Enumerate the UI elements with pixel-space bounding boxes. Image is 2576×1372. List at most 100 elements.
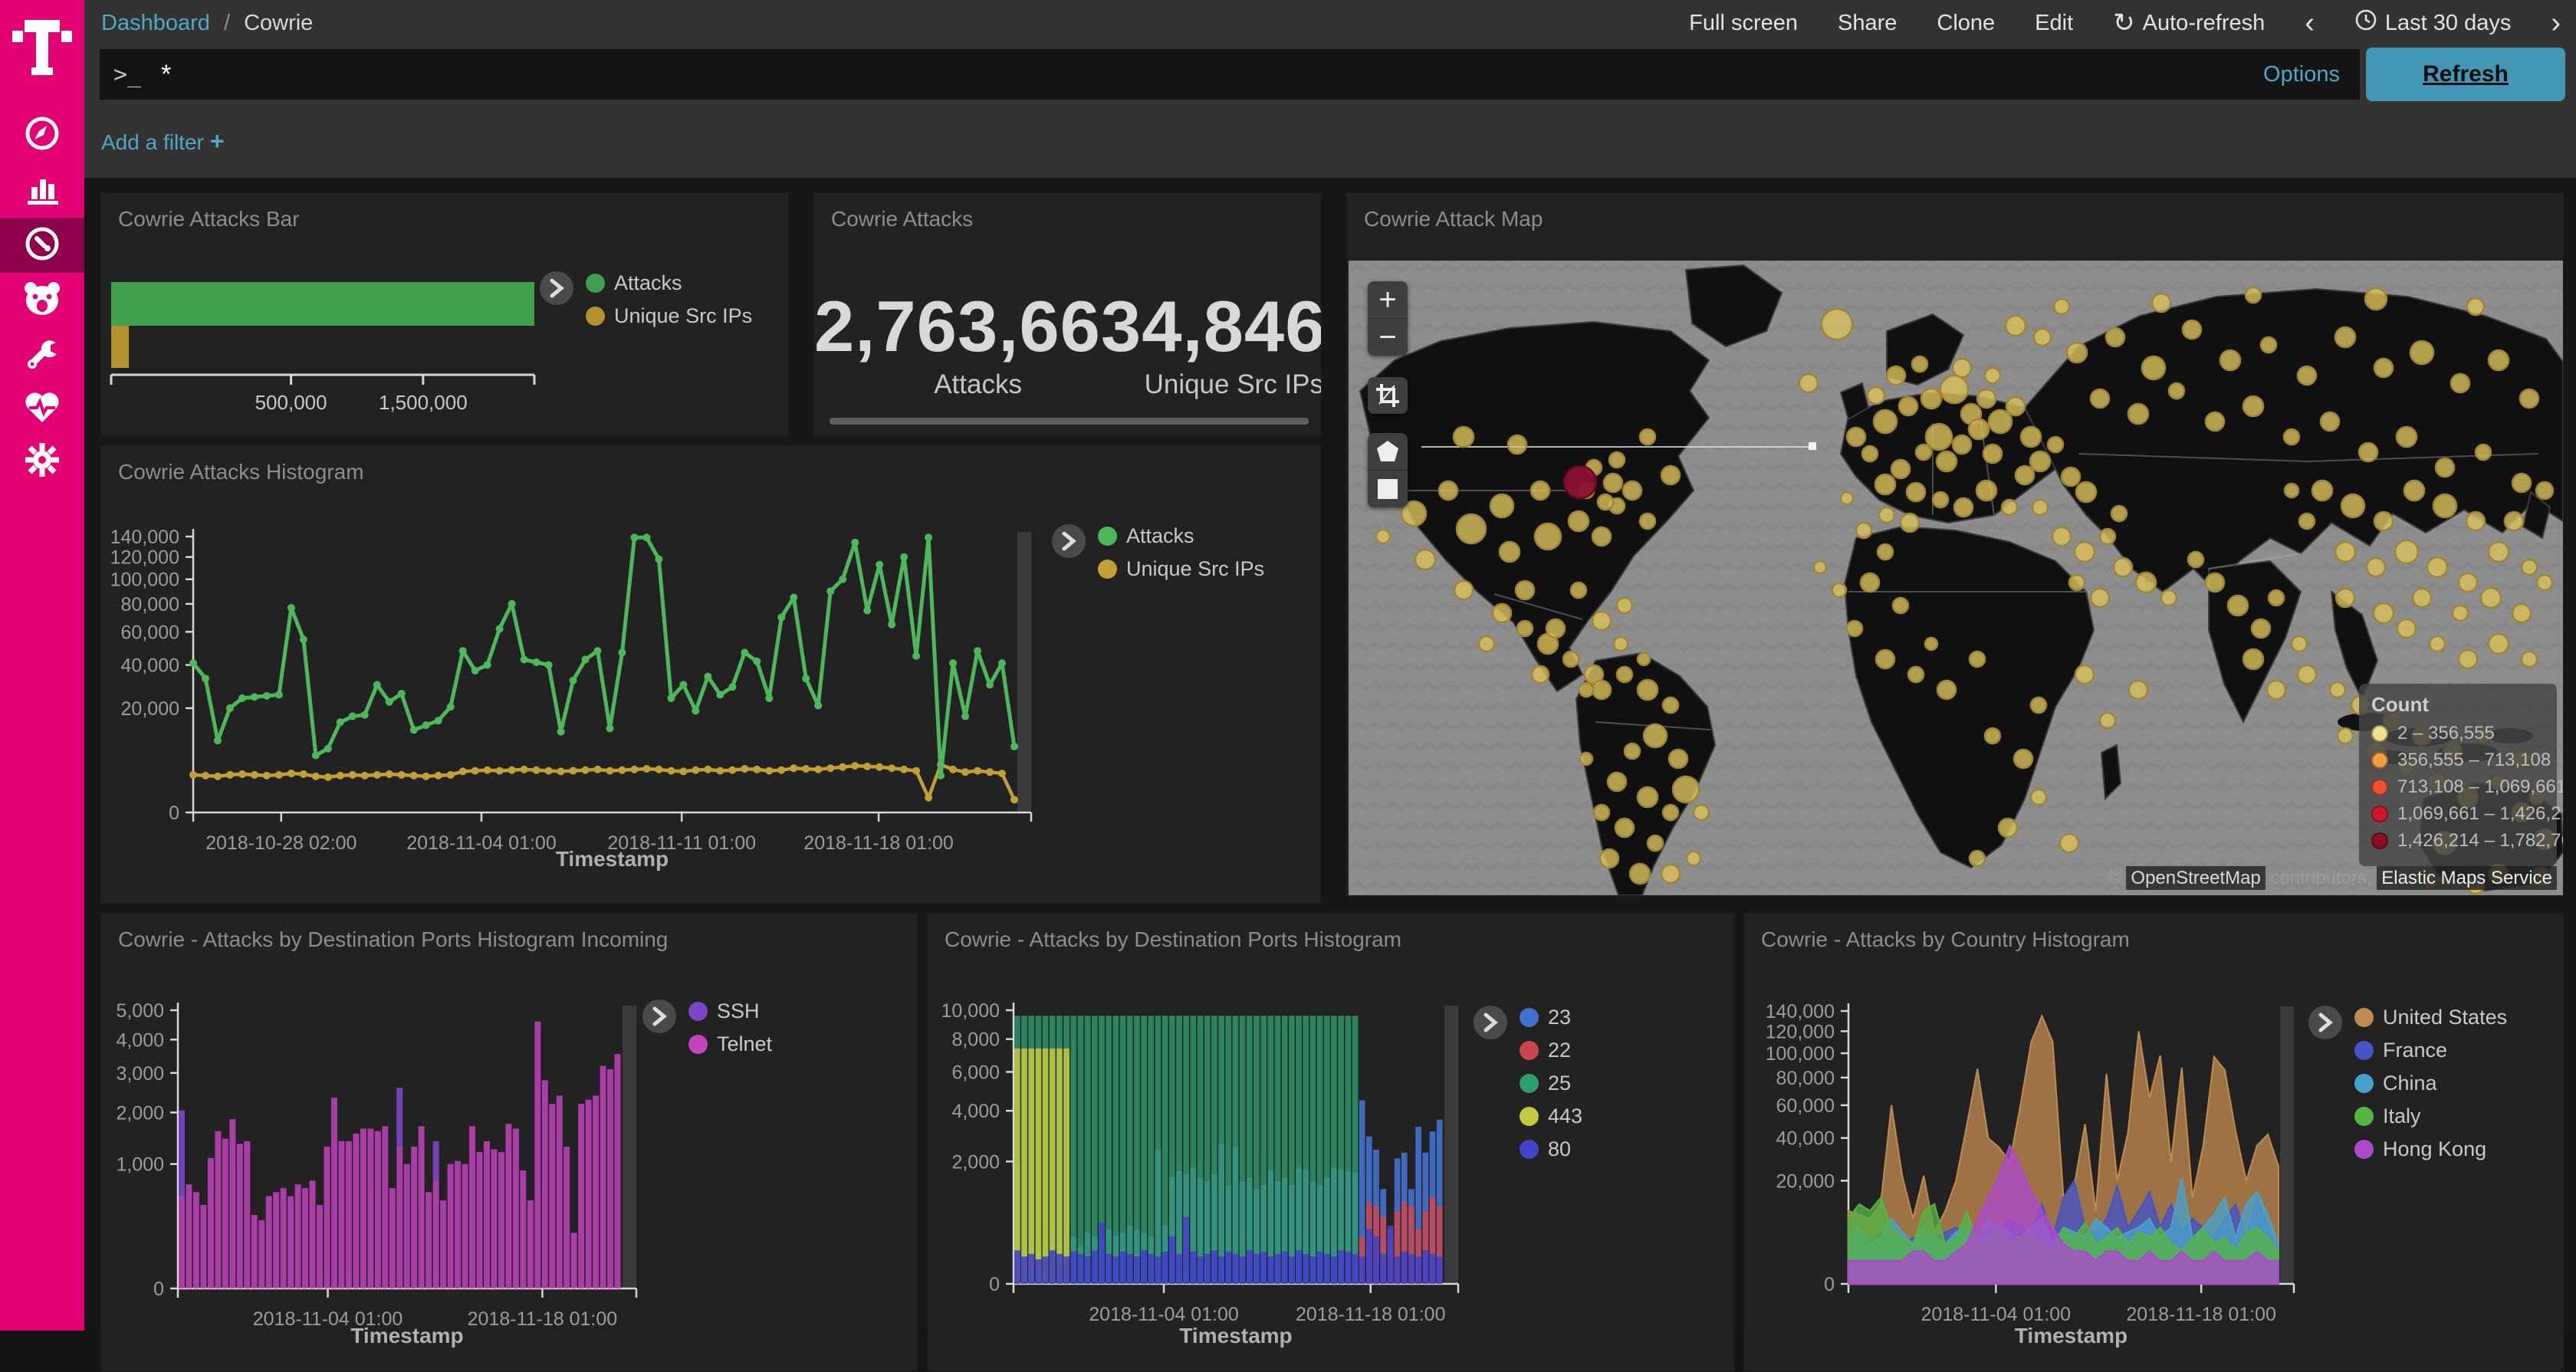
action-share[interactable]: Share xyxy=(1838,11,1897,36)
attack-bubble xyxy=(2252,619,2270,638)
attack-bubble xyxy=(2060,834,2078,852)
legend: Attacks Unique Src IPs xyxy=(1052,524,1264,581)
sidebar-item-discover[interactable] xyxy=(0,107,84,162)
legend-item-france[interactable]: France xyxy=(2354,1039,2507,1062)
attack-bubble xyxy=(1977,389,1996,408)
legend-expand-chevron-icon[interactable] xyxy=(540,271,573,305)
attack-bubble xyxy=(2220,350,2240,370)
attack-bubble xyxy=(1592,612,1611,630)
legend-expand-chevron-icon[interactable] xyxy=(1052,524,1086,558)
zoom-in-button[interactable]: + xyxy=(1368,281,1408,319)
sidebar-item-dev-tools[interactable] xyxy=(0,328,84,383)
attack-bubble xyxy=(2267,681,2285,699)
legend-dot-icon xyxy=(2371,832,2388,849)
attack-bubble xyxy=(2128,404,2148,424)
legend-item-china[interactable]: China xyxy=(2354,1072,2507,1095)
attack-bubble xyxy=(2374,603,2394,623)
action-full-screen[interactable]: Full screen xyxy=(1689,11,1798,36)
legend: SSH Telnet xyxy=(642,999,772,1056)
attack-bubble xyxy=(1516,581,1534,599)
zoom-out-button[interactable]: − xyxy=(1368,319,1408,356)
legend-item-80[interactable]: 80 xyxy=(1520,1137,1582,1161)
legend-expand-chevron-icon[interactable] xyxy=(1474,1006,1507,1039)
crop-fit-icon[interactable] xyxy=(1368,377,1408,414)
legend-item-unique-src-ips[interactable]: Unique Src IPs xyxy=(1098,557,1264,581)
legend-item-ssh[interactable]: SSH xyxy=(688,999,772,1023)
polygon-draw-icon[interactable] xyxy=(1368,433,1408,471)
tick-label: 3,000 xyxy=(116,1063,164,1085)
sidebar-item-monitoring[interactable] xyxy=(0,380,84,435)
refresh-button[interactable]: Refresh xyxy=(2366,48,2565,101)
legend-item-attacks[interactable]: Attacks xyxy=(1098,524,1264,548)
telekom-logo-icon[interactable] xyxy=(11,12,74,81)
attacks-histogram-chart[interactable]: 140,000120,000100,00080,00060,00040,0002… xyxy=(101,446,1321,903)
legend-item-italy[interactable]: Italy xyxy=(2354,1104,2507,1128)
sidebar-item-dashboard[interactable] xyxy=(0,218,84,273)
attack-bubble xyxy=(2481,588,2501,608)
attack-bubble xyxy=(1592,527,1611,546)
legend-expand-chevron-icon[interactable] xyxy=(642,999,676,1033)
tick-label: 120,000 xyxy=(110,547,179,569)
tick-label: 2018-11-04 01:00 xyxy=(1089,1304,1239,1325)
legend-item-united-states[interactable]: United States xyxy=(2354,1006,2507,1029)
toolbar-actions: Full screen Share Clone Edit ↻ Auto-refresh… xyxy=(1689,8,2561,38)
legend-item-hong-kong[interactable]: Hong Kong xyxy=(2354,1137,2507,1161)
attack-bubble xyxy=(1630,864,1650,884)
attack-bubble xyxy=(2075,542,2095,562)
attack-bubble xyxy=(2341,494,2364,517)
attack-bubble xyxy=(1615,819,1634,837)
map-attribution: © OpenStreetMap contributors, Elastic Ma… xyxy=(2108,868,2557,889)
openstreetmap-link[interactable]: OpenStreetMap xyxy=(2126,866,2265,890)
attack-bubble xyxy=(1648,835,1663,851)
time-back-chevron[interactable]: ‹ xyxy=(2305,8,2315,38)
attack-bubble xyxy=(2183,320,2201,339)
attack-bubble xyxy=(2466,512,2485,530)
legend-item-443[interactable]: 443 xyxy=(1520,1104,1582,1128)
attack-bubble xyxy=(1983,445,2002,463)
attack-bubble xyxy=(1926,424,1952,450)
attack-bubble xyxy=(2014,750,2032,768)
options-link[interactable]: Options xyxy=(2263,62,2340,87)
legend-item-unique-src-ips[interactable]: Unique Src IPs xyxy=(586,304,752,328)
action-edit[interactable]: Edit xyxy=(2035,11,2073,36)
attack-bubble xyxy=(2129,681,2147,699)
attack-bubble xyxy=(2395,540,2418,563)
attack-bubble xyxy=(1687,852,1700,865)
attack-bubble xyxy=(1876,650,1894,668)
attack-bubble xyxy=(2136,573,2156,592)
attack-bubble xyxy=(1970,851,1985,866)
panel-attacks-metric: Cowrie Attacks 2,763,663 Attacks 4,846 U… xyxy=(813,192,1322,437)
query-text[interactable]: * xyxy=(161,60,2263,90)
time-range-picker[interactable]: Last 30 days xyxy=(2354,8,2511,38)
legend-item-22[interactable]: 22 xyxy=(1520,1039,1582,1062)
legend-expand-chevron-icon[interactable] xyxy=(2308,1006,2342,1039)
elastic-maps-service-link[interactable]: Elastic Maps Service xyxy=(2377,866,2557,890)
horizontal-scrollbar[interactable] xyxy=(830,418,1309,425)
breadcrumb-current: Cowrie xyxy=(244,11,313,35)
auto-refresh-button[interactable]: ↻ Auto-refresh xyxy=(2113,8,2265,38)
sidebar-item-management[interactable] xyxy=(0,434,84,489)
panel-attacks-histogram: Cowrie Attacks Histogram 140,000120,0001… xyxy=(100,445,1322,904)
action-clone[interactable]: Clone xyxy=(1937,11,1995,36)
ports-incoming-chart[interactable]: 5,0004,0003,0002,0001,00002018-11-04 01:… xyxy=(101,914,917,1370)
attack-bubble xyxy=(2152,294,2170,312)
attack-map[interactable]: + − Count 2 xyxy=(1349,261,2563,895)
legend-item-attacks[interactable]: Attacks xyxy=(586,271,752,295)
breadcrumb-dashboard-link[interactable]: Dashboard xyxy=(101,11,210,35)
search-input[interactable]: >_ * Options xyxy=(100,49,2360,100)
tick-label: 80,000 xyxy=(1776,1068,1835,1089)
attack-bubble xyxy=(1663,805,1678,820)
legend-dot-icon xyxy=(1520,1008,1539,1027)
legend-item-23[interactable]: 23 xyxy=(1520,1006,1582,1029)
legend-item-telnet[interactable]: Telnet xyxy=(688,1032,772,1056)
time-forward-chevron[interactable]: › xyxy=(2551,8,2561,38)
attack-bubble xyxy=(2030,451,2050,471)
rectangle-draw-icon[interactable] xyxy=(1368,471,1408,507)
sidebar-item-honeypot[interactable] xyxy=(0,273,84,328)
attack-bubble xyxy=(1415,550,1435,569)
attack-bubble xyxy=(2374,512,2393,530)
legend-item-25[interactable]: 25 xyxy=(1520,1072,1582,1095)
add-filter-link[interactable]: Add a filter+ xyxy=(101,127,225,156)
ports-histogram-chart[interactable]: 10,0008,0006,0004,0002,00002018-11-04 01… xyxy=(928,914,1733,1370)
sidebar-item-visualize[interactable] xyxy=(0,162,84,218)
